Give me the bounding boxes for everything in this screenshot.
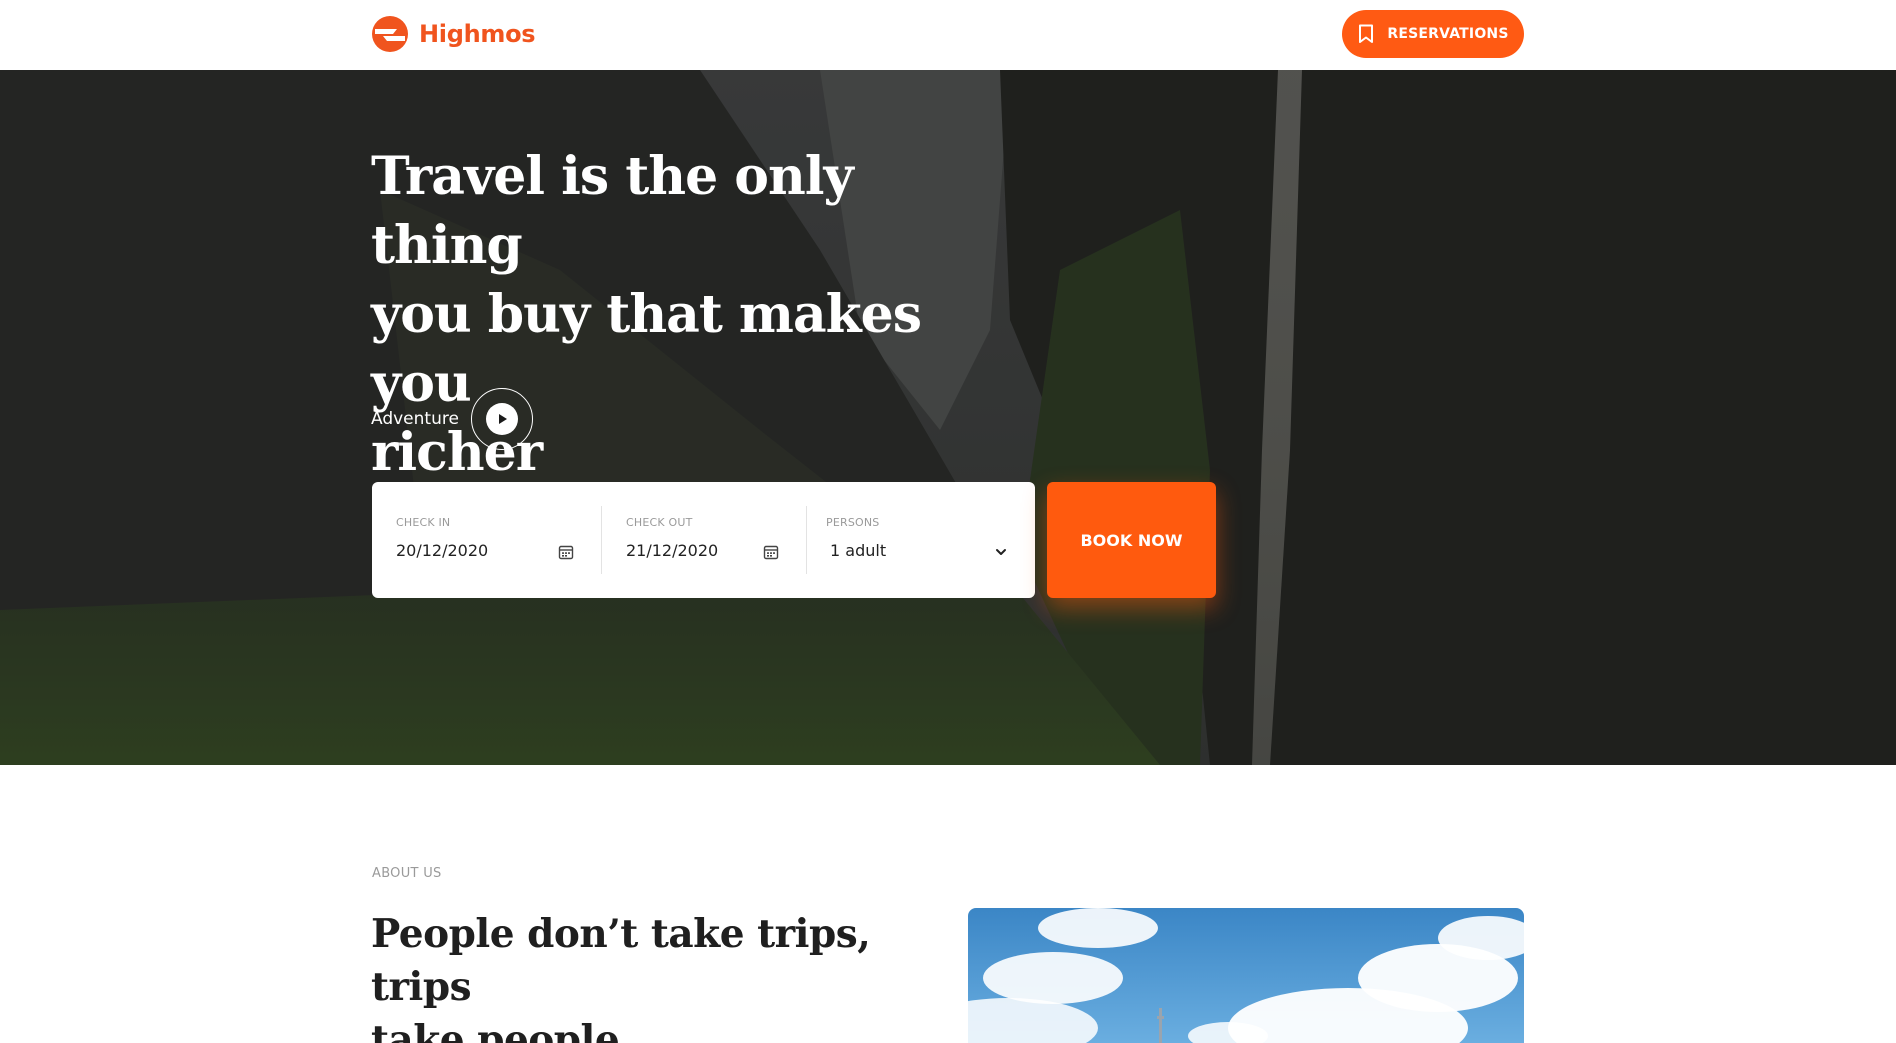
hero-section: Travel is the only thing you buy that ma…: [0, 70, 1896, 765]
hero-title-line: Travel is the only thing: [371, 146, 854, 276]
adventure-label: Adventure: [371, 409, 459, 429]
booking-form: CHECK IN 20/12/2020 CHECK OUT 21/12/2020…: [372, 482, 1035, 598]
adventure-video: Adventure: [371, 388, 533, 450]
about-title-line: take people: [371, 1017, 620, 1043]
persons-value[interactable]: 1 adult: [830, 541, 886, 560]
chevron-down-icon[interactable]: [993, 544, 1009, 560]
play-icon: [498, 414, 507, 424]
check-out-field[interactable]: CHECK OUT 21/12/2020: [602, 482, 807, 598]
about-image-sky: [968, 908, 1524, 1043]
check-in-label: CHECK IN: [396, 516, 451, 529]
check-in-value[interactable]: 20/12/2020: [396, 541, 488, 560]
play-button-inner: [485, 403, 518, 435]
calendar-icon[interactable]: [763, 544, 779, 560]
bookmark-icon: [1359, 24, 1374, 43]
play-video-button[interactable]: [470, 388, 533, 450]
check-out-value[interactable]: 21/12/2020: [626, 541, 718, 560]
reservations-label: RESERVATIONS: [1387, 26, 1509, 42]
book-now-button[interactable]: BOOK NOW: [1047, 482, 1216, 598]
check-in-field[interactable]: CHECK IN 20/12/2020: [372, 482, 601, 598]
about-title: People don’t take trips, trips take peop…: [371, 908, 931, 1043]
persons-label: PERSONS: [826, 516, 880, 529]
calendar-icon[interactable]: [558, 544, 574, 560]
check-out-label: CHECK OUT: [626, 516, 693, 529]
persons-select[interactable]: PERSONS 1 adult: [807, 482, 1035, 598]
about-image: [968, 908, 1524, 1043]
reservations-button[interactable]: RESERVATIONS: [1342, 10, 1524, 58]
brand-name: Highmos: [419, 20, 536, 48]
logo-icon: [372, 16, 408, 52]
about-eyebrow: ABOUT US: [372, 866, 442, 881]
about-title-line: People don’t take trips, trips: [371, 911, 871, 1010]
site-header: Highmos RESERVATIONS: [0, 0, 1896, 70]
brand-logo[interactable]: Highmos: [371, 15, 536, 53]
